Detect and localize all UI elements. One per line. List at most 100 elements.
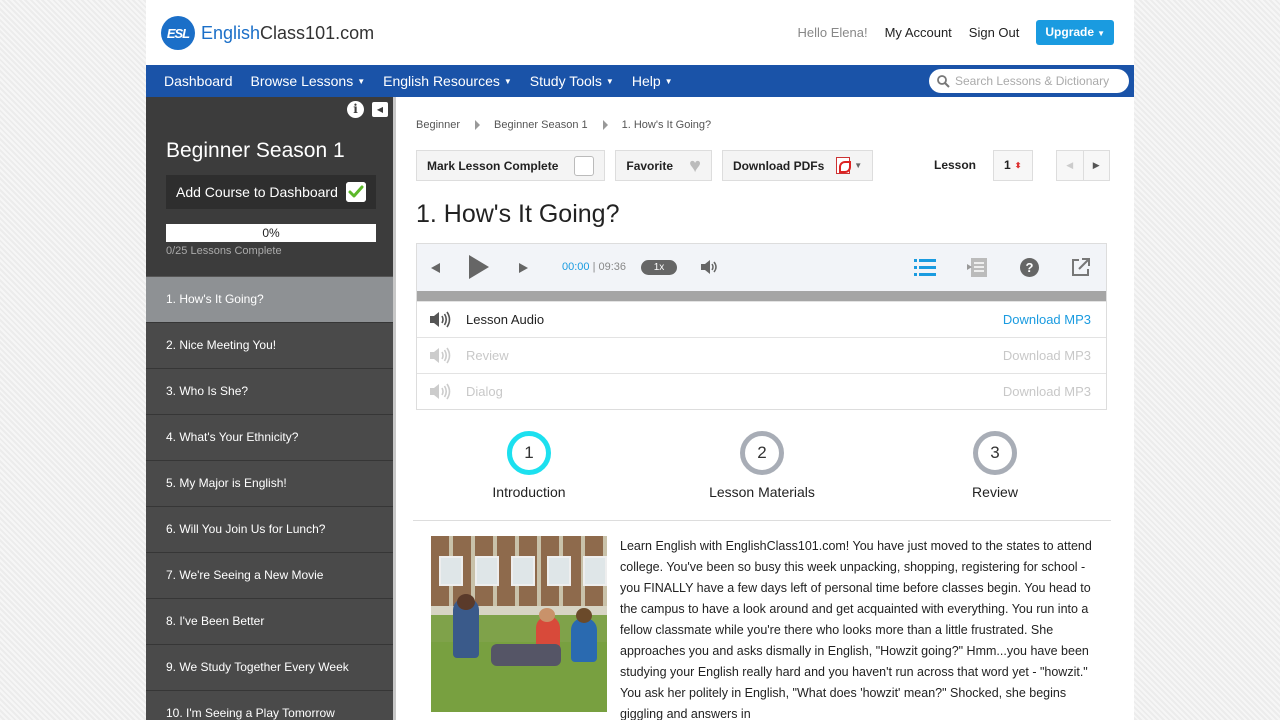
search-icon <box>937 74 950 88</box>
lesson-item[interactable]: 10. I'm Seeing a Play Tomorrow <box>146 691 393 720</box>
site-logo[interactable]: ESL EnglishClass101.com <box>161 16 374 50</box>
lesson-item[interactable]: 7. We're Seeing a New Movie <box>146 553 393 599</box>
track-name: Lesson Audio <box>466 312 545 327</box>
chevron-down-icon: ▼ <box>1097 29 1105 38</box>
step-label: Introduction <box>492 484 566 500</box>
chevron-down-icon: ▼ <box>854 161 863 170</box>
lesson-item[interactable]: 2. Nice Meeting You! <box>146 323 393 369</box>
collapse-sidebar-icon[interactable]: ◀ <box>372 102 388 117</box>
help-icon[interactable]: ? <box>1020 258 1039 277</box>
up-down-icon: ⬍ <box>1014 161 1022 170</box>
top-header: ESL EnglishClass101.com Hello Elena! My … <box>146 0 1134 65</box>
playlist-icon[interactable] <box>914 259 936 276</box>
audio-track-row[interactable]: Lesson Audio Download MP3 <box>417 301 1106 337</box>
lesson-main: Beginner Beginner Season 1 1. How's It G… <box>413 97 1116 720</box>
nav-english-resources[interactable]: English Resources ▼ <box>374 65 521 97</box>
step-number: 1 <box>507 431 551 475</box>
sign-out-link[interactable]: Sign Out <box>969 25 1020 40</box>
lesson-selector-label: Lesson <box>934 158 977 172</box>
skip-back-icon[interactable] <box>431 263 440 273</box>
logo-badge-icon: ESL <box>161 16 195 50</box>
next-lesson-icon[interactable]: ▶ <box>1083 151 1109 180</box>
playback-speed-button[interactable]: 1x <box>641 260 677 275</box>
nav-browse-lessons[interactable]: Browse Lessons ▼ <box>242 65 375 97</box>
lesson-item[interactable]: 3. Who Is She? <box>146 369 393 415</box>
previous-lesson-icon[interactable]: ◀ <box>1057 151 1084 180</box>
progress-percent: 0% <box>262 226 280 240</box>
chevron-down-icon: ▼ <box>664 77 673 86</box>
breadcrumb-item: 1. How's It Going? <box>621 119 712 131</box>
nav-study-tools[interactable]: Study Tools ▼ <box>521 65 623 97</box>
add-course-button[interactable]: Add Course to Dashboard <box>166 175 376 209</box>
nav-dashboard[interactable]: Dashboard <box>146 65 242 97</box>
heart-icon: ♥ <box>689 154 701 177</box>
lesson-item[interactable]: 1. How's It Going? <box>146 277 393 323</box>
lesson-list: 1. How's It Going? 2. Nice Meeting You! … <box>146 277 393 720</box>
download-mp3-link[interactable]: Download MP3 <box>1003 348 1091 363</box>
mark-complete-button[interactable]: Mark Lesson Complete <box>416 150 606 181</box>
lesson-item[interactable]: 4. What's Your Ethnicity? <box>146 415 393 461</box>
volume-icon[interactable] <box>701 259 719 275</box>
step-number: 3 <box>973 431 1017 475</box>
step-review[interactable]: 3 Review <box>925 431 1065 500</box>
seek-bar[interactable] <box>417 291 1106 301</box>
chevron-down-icon: ▼ <box>605 77 614 86</box>
step-number: 2 <box>740 431 784 475</box>
lesson-item[interactable]: 6. Will You Join Us for Lunch? <box>146 507 393 553</box>
search-input[interactable] <box>955 74 1120 88</box>
lesson-item[interactable]: 9. We Study Together Every Week <box>146 645 393 691</box>
step-introduction[interactable]: 1 Introduction <box>459 431 599 500</box>
transcript-icon[interactable] <box>967 258 989 277</box>
audio-player: 00:00 | 09:36 1x ? Lesson Audio Download… <box>416 243 1107 410</box>
lesson-pager: ◀ ▶ <box>1056 150 1110 181</box>
sidebar-divider <box>393 97 396 720</box>
checkbox-icon[interactable] <box>574 155 595 176</box>
info-icon[interactable]: i <box>347 101 364 118</box>
page: ESL EnglishClass101.com Hello Elena! My … <box>146 0 1134 720</box>
step-label: Lesson Materials <box>709 484 815 500</box>
lesson-number-select[interactable]: 1 ⬍ <box>993 150 1033 181</box>
breadcrumb-item[interactable]: Beginner Season 1 <box>494 119 588 131</box>
search-box <box>929 69 1129 93</box>
greeting-text: Hello Elena! <box>797 25 868 40</box>
download-mp3-link[interactable]: Download MP3 <box>1003 384 1091 399</box>
download-mp3-link[interactable]: Download MP3 <box>1003 312 1091 327</box>
download-pdfs-button[interactable]: Download PDFs ▼ <box>721 150 874 181</box>
lesson-steps: 1 Introduction 2 Lesson Materials 3 Revi… <box>413 431 1111 521</box>
speaker-icon <box>430 347 451 364</box>
playback-time: 00:00 | 09:36 <box>562 261 627 273</box>
player-controls: 00:00 | 09:36 1x ? <box>417 244 1106 291</box>
lesson-item[interactable]: 8. I've Been Better <box>146 599 393 645</box>
audio-track-row[interactable]: Dialog Download MP3 <box>417 373 1106 409</box>
nav-help[interactable]: Help ▼ <box>623 65 682 97</box>
checkmark-icon <box>346 182 366 202</box>
logo-text: EnglishClass101.com <box>201 22 375 43</box>
course-sidebar: i ◀ Beginner Season 1 Add Course to Dash… <box>146 97 393 720</box>
lesson-description: Learn English with EnglishClass101.com! … <box>620 539 1092 720</box>
account-links: Hello Elena! My Account Sign Out Upgrade… <box>797 20 1114 45</box>
progress-caption: 0/25 Lessons Complete <box>166 245 282 257</box>
lesson-intro: Learn English with EnglishClass101.com! … <box>416 536 1116 720</box>
step-label: Review <box>972 484 1018 500</box>
chevron-down-icon: ▼ <box>503 77 512 86</box>
chevron-right-icon <box>475 120 481 130</box>
chevron-right-icon <box>602 120 608 130</box>
breadcrumb: Beginner Beginner Season 1 1. How's It G… <box>416 119 1116 131</box>
track-name: Dialog <box>466 384 503 399</box>
play-icon[interactable] <box>469 255 489 279</box>
pdf-icon <box>836 157 852 174</box>
skip-forward-icon[interactable] <box>519 263 528 273</box>
favorite-button[interactable]: Favorite ♥ <box>615 150 712 181</box>
chevron-down-icon: ▼ <box>357 77 366 86</box>
upgrade-button[interactable]: Upgrade ▼ <box>1036 20 1114 45</box>
breadcrumb-item[interactable]: Beginner <box>416 119 460 131</box>
course-header: Beginner Season 1 Add Course to Dashboar… <box>146 122 393 277</box>
step-lesson-materials[interactable]: 2 Lesson Materials <box>692 431 832 500</box>
track-name: Review <box>466 348 509 363</box>
my-account-link[interactable]: My Account <box>885 25 952 40</box>
popout-icon[interactable] <box>1071 257 1091 277</box>
lesson-item[interactable]: 5. My Major is English! <box>146 461 393 507</box>
audio-track-row[interactable]: Review Download MP3 <box>417 337 1106 373</box>
lesson-title: 1. How's It Going? <box>416 200 620 228</box>
svg-text:?: ? <box>1026 260 1034 275</box>
